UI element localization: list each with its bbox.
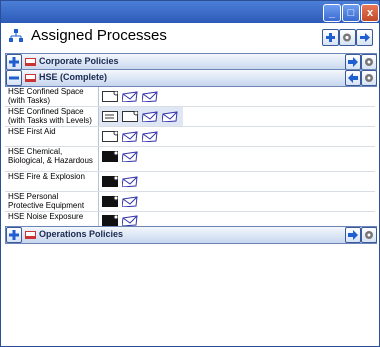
envelope-icon[interactable] [122, 215, 138, 226]
list-item[interactable]: HSE Personal Protective Equipment [5, 192, 375, 212]
plus-icon [9, 57, 19, 67]
document-cells [98, 147, 139, 171]
manage-button[interactable] [361, 54, 377, 70]
policy-book-icon [25, 58, 36, 66]
list-item[interactable]: HSE Fire & Explosion [5, 172, 375, 192]
document-icon[interactable] [102, 131, 118, 142]
group-label: HSE (Complete) [39, 72, 108, 82]
hierarchy-icon [9, 29, 23, 42]
envelope-icon[interactable] [142, 111, 158, 122]
page-title: Assigned Processes [31, 27, 167, 44]
list-item[interactable]: HSE First Aid [5, 127, 375, 147]
envelope-icon[interactable] [122, 176, 138, 187]
document-icon[interactable] [122, 111, 138, 122]
group-bar-operations[interactable]: Operations Policies [5, 226, 377, 244]
arrow-right-icon [348, 57, 358, 67]
go-button[interactable] [345, 227, 361, 243]
envelope-icon[interactable] [122, 151, 138, 162]
header: Assigned Processes [4, 23, 376, 49]
process-label: HSE Confined Space (with Tasks with Leve… [8, 107, 92, 125]
manage-button[interactable] [339, 29, 356, 46]
manage-button[interactable] [361, 70, 377, 86]
add-button[interactable] [322, 29, 339, 46]
document-cells [98, 127, 159, 146]
gear-user-icon [365, 231, 373, 239]
process-label: HSE Noise Exposure [8, 212, 84, 221]
list-item[interactable]: HSE Confined Space (with Tasks with Leve… [5, 107, 375, 127]
go-button[interactable] [356, 29, 373, 46]
arrow-right-icon [360, 33, 370, 42]
document-cells [98, 87, 159, 106]
filled-document-icon[interactable] [102, 215, 118, 226]
document-icon[interactable] [102, 91, 118, 102]
list-item[interactable]: HSE Confined Space (with Tasks) [5, 87, 375, 107]
filled-document-icon[interactable] [102, 196, 118, 207]
arrow-left-icon [348, 73, 358, 83]
envelope-icon[interactable] [122, 91, 138, 102]
expand-button[interactable] [6, 227, 22, 243]
document-cells [98, 192, 139, 211]
title-bar[interactable]: _ □ x [1, 1, 379, 23]
gear-user-icon [343, 33, 351, 42]
filled-document-icon[interactable] [102, 176, 118, 187]
plus-icon [9, 230, 19, 240]
envelope-icon[interactable] [122, 196, 138, 207]
envelope-icon[interactable] [122, 131, 138, 142]
arrow-right-icon [348, 230, 358, 240]
collapse-button[interactable] [6, 70, 22, 86]
gear-user-icon [365, 74, 373, 82]
minimize-button[interactable]: _ [323, 4, 341, 22]
process-label: HSE First Aid [8, 127, 56, 136]
group-label: Corporate Policies [39, 56, 119, 66]
back-button[interactable] [345, 70, 361, 86]
manage-button[interactable] [361, 227, 377, 243]
process-label: HSE Fire & Explosion [8, 172, 85, 181]
group-label: Operations Policies [39, 229, 124, 239]
process-label: HSE Chemical, Biological, & Hazardous [8, 147, 93, 165]
envelope-icon[interactable] [162, 111, 178, 122]
process-label: HSE Confined Space (with Tasks) [8, 87, 84, 105]
list-item[interactable]: HSE Chemical, Biological, & Hazardous [5, 147, 375, 172]
assigned-processes-window: _ □ x Assigned Processes Corporate Polic… [0, 0, 380, 347]
plus-icon [326, 33, 335, 42]
go-button[interactable] [345, 54, 361, 70]
client-area: Assigned Processes Corporate Policies HS… [4, 23, 377, 343]
gear-user-icon [365, 58, 373, 66]
envelope-icon[interactable] [142, 91, 158, 102]
envelope-icon[interactable] [142, 131, 158, 142]
group-bar-hse[interactable]: HSE (Complete) [5, 69, 377, 87]
filled-document-icon[interactable] [102, 151, 118, 162]
document-cells [98, 172, 139, 191]
minus-icon [9, 76, 19, 80]
expand-button[interactable] [6, 54, 22, 70]
document-cells [98, 107, 183, 126]
policy-book-icon [25, 74, 36, 82]
list-document-icon[interactable] [102, 111, 118, 122]
policy-book-icon [25, 231, 36, 239]
close-button[interactable]: x [361, 4, 379, 22]
process-label: HSE Personal Protective Equipment [8, 192, 85, 210]
maximize-button[interactable]: □ [342, 4, 360, 22]
